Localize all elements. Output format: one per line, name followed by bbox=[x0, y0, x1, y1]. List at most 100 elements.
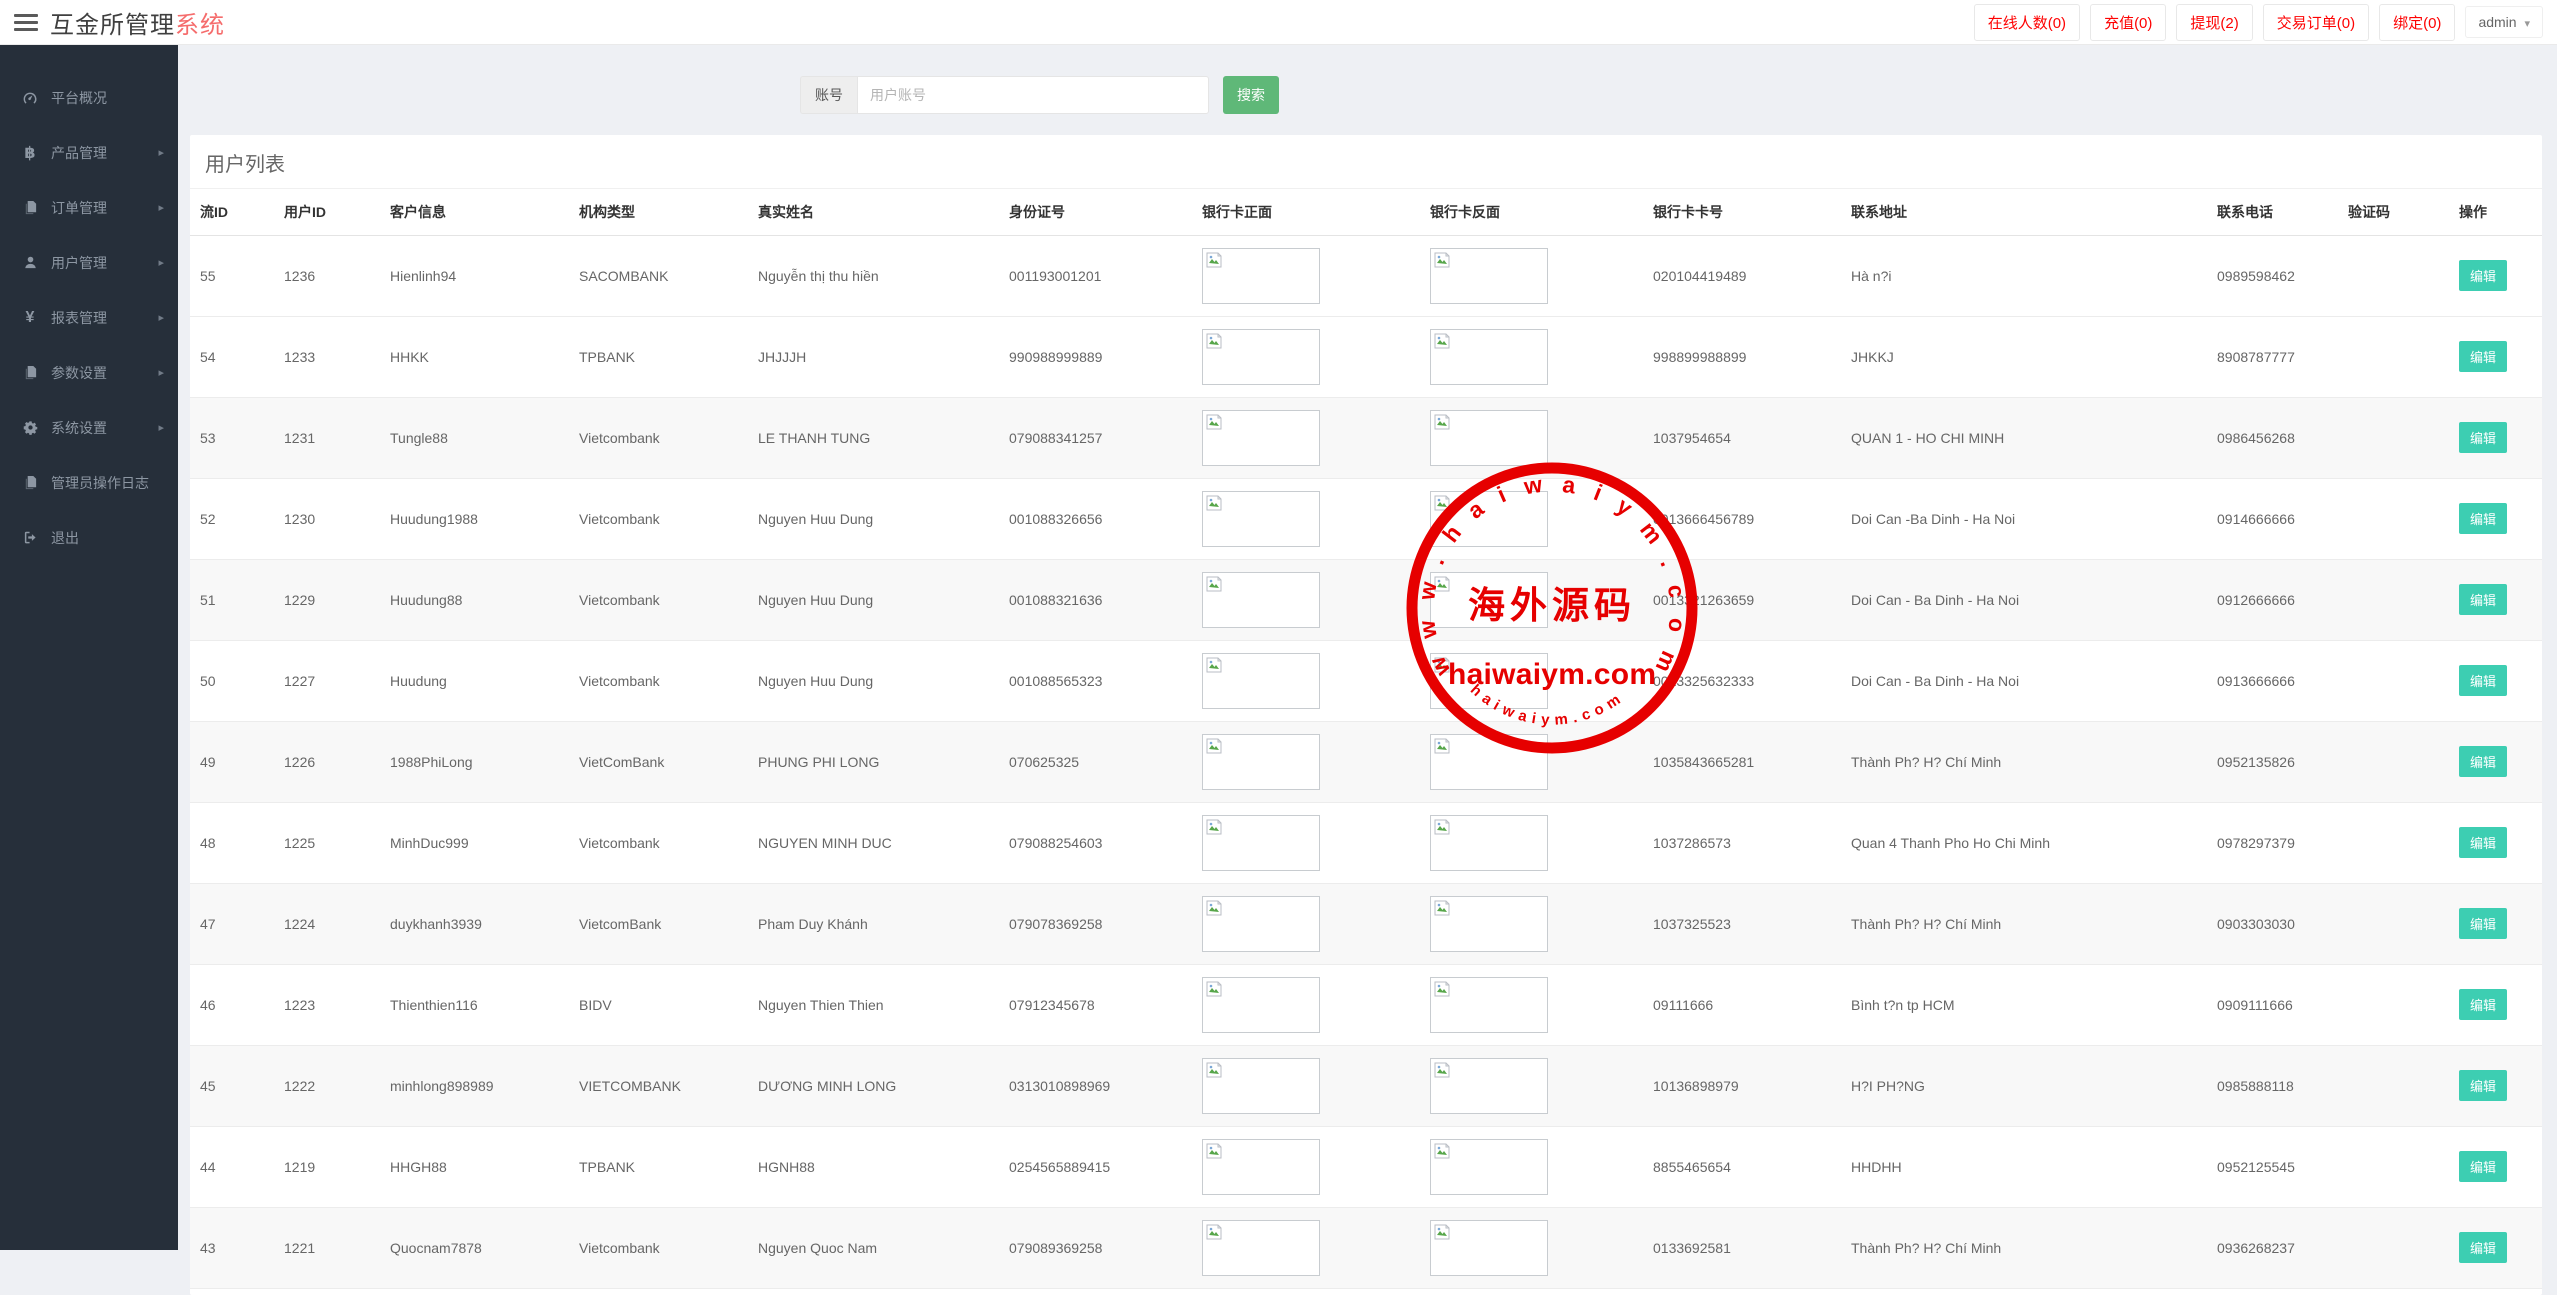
logout-icon bbox=[18, 530, 42, 545]
sidebar-item-0[interactable]: 平台概况 bbox=[0, 70, 178, 125]
search-button[interactable]: 搜索 bbox=[1223, 76, 1279, 114]
sidebar-item-label: 订单管理 bbox=[51, 198, 107, 218]
edit-button[interactable]: 编辑 bbox=[2459, 260, 2507, 291]
bank-card-front-image bbox=[1202, 1220, 1320, 1276]
cell-flow-id: 47 bbox=[190, 883, 274, 964]
table-row: 53 1231 Tungle88 Vietcombank LE THANH TU… bbox=[190, 397, 2542, 478]
cell-real-name: NGUYEN MINH DUC bbox=[748, 802, 999, 883]
sidebar-item-1[interactable]: ฿产品管理▸ bbox=[0, 125, 178, 180]
cell-verify-code bbox=[2338, 397, 2449, 478]
table-row: 44 1219 HHGH88 TPBANK HGNH88 02545658894… bbox=[190, 1126, 2542, 1207]
cell-user-id: 1226 bbox=[274, 721, 380, 802]
bank-card-front-image bbox=[1202, 1058, 1320, 1114]
cell-customer-info: MinhDuc999 bbox=[380, 802, 569, 883]
edit-button[interactable]: 编辑 bbox=[2459, 341, 2507, 372]
cell-flow-id: 54 bbox=[190, 316, 274, 397]
top-link-4[interactable]: 绑定(0) bbox=[2379, 4, 2455, 41]
broken-image-icon bbox=[1433, 818, 1451, 836]
sidebar-item-6[interactable]: 系统设置▸ bbox=[0, 400, 178, 455]
cell-address: QUAN 1 - HO CHI MINH bbox=[1841, 397, 2207, 478]
cell-id-number: 079089369258 bbox=[999, 1207, 1192, 1288]
user-icon bbox=[18, 255, 42, 270]
app-logo: 互金所管理系统 bbox=[50, 5, 225, 40]
edit-button[interactable]: 编辑 bbox=[2459, 503, 2507, 534]
bank-card-back-image bbox=[1430, 491, 1548, 547]
cell-user-id: 1225 bbox=[274, 802, 380, 883]
broken-image-icon bbox=[1205, 251, 1223, 269]
sidebar-item-label: 系统设置 bbox=[51, 418, 107, 438]
sidebar-item-3[interactable]: 用户管理▸ bbox=[0, 235, 178, 290]
admin-dropdown[interactable]: admin ▾ bbox=[2465, 6, 2543, 38]
cell-user-id: 1221 bbox=[274, 1207, 380, 1288]
cell-phone: 0914666666 bbox=[2207, 478, 2338, 559]
table-row: 54 1233 HHKK TPBANK JHJJJH 990988999889 bbox=[190, 316, 2542, 397]
top-link-3[interactable]: 交易订单(0) bbox=[2263, 4, 2369, 41]
hamburger-menu-icon[interactable] bbox=[14, 14, 38, 31]
cell-id-number: 001088321636 bbox=[999, 559, 1192, 640]
broken-image-icon bbox=[1205, 413, 1223, 431]
sidebar-item-2[interactable]: 订单管理 ▸ bbox=[0, 180, 178, 235]
sidebar-item-4[interactable]: ¥报表管理▸ bbox=[0, 290, 178, 345]
cell-user-id: 1222 bbox=[274, 1045, 380, 1126]
chevron-right-icon: ▸ bbox=[158, 201, 164, 214]
logo-primary-text: 互金所管理 bbox=[50, 12, 175, 39]
top-right-links: 在线人数(0) 充值(0) 提现(2) 交易订单(0) 绑定(0) admin ▾ bbox=[1974, 4, 2543, 41]
cell-id-number: 001088565323 bbox=[999, 640, 1192, 721]
cell-bank-type: VietcomBank bbox=[569, 883, 748, 964]
cell-user-id: 1236 bbox=[274, 235, 380, 316]
cell-verify-code bbox=[2338, 478, 2449, 559]
cell-real-name: Nguyen Huu Dung bbox=[748, 478, 999, 559]
table-row: 49 1226 1988PhiLong VietComBank PHUNG PH… bbox=[190, 721, 2542, 802]
cell-id-number: 079088341257 bbox=[999, 397, 1192, 478]
cell-verify-code bbox=[2338, 559, 2449, 640]
sidebar-item-label: 平台概况 bbox=[51, 88, 107, 108]
sidebar-item-5[interactable]: 参数设置▸ bbox=[0, 345, 178, 400]
cell-address: H?I PH?NG bbox=[1841, 1045, 2207, 1126]
top-link-0[interactable]: 在线人数(0) bbox=[1974, 4, 2080, 41]
bank-card-front-image bbox=[1202, 815, 1320, 871]
edit-button[interactable]: 编辑 bbox=[2459, 1151, 2507, 1182]
broken-image-icon bbox=[1205, 1223, 1223, 1241]
edit-button[interactable]: 编辑 bbox=[2459, 665, 2507, 696]
cell-verify-code bbox=[2338, 1045, 2449, 1126]
cell-flow-id: 45 bbox=[190, 1045, 274, 1126]
cell-card-number: 0013321263659 bbox=[1643, 559, 1841, 640]
chevron-right-icon: ▸ bbox=[158, 146, 164, 159]
sidebar-item-label: 报表管理 bbox=[51, 308, 107, 328]
top-link-1[interactable]: 充值(0) bbox=[2090, 4, 2166, 41]
cell-bank-type: VietComBank bbox=[569, 721, 748, 802]
cell-flow-id: 43 bbox=[190, 1207, 274, 1288]
cell-card-number: 0013325632333 bbox=[1643, 640, 1841, 721]
cell-address: HHDHH bbox=[1841, 1126, 2207, 1207]
broken-image-icon bbox=[1205, 575, 1223, 593]
cell-phone: 8908787777 bbox=[2207, 316, 2338, 397]
sidebar-item-7[interactable]: 管理员操作日志 bbox=[0, 455, 178, 510]
broken-image-icon bbox=[1205, 494, 1223, 512]
edit-button[interactable]: 编辑 bbox=[2459, 827, 2507, 858]
edit-button[interactable]: 编辑 bbox=[2459, 422, 2507, 453]
bank-card-front-image bbox=[1202, 653, 1320, 709]
sidebar-item-8[interactable]: 退出 bbox=[0, 510, 178, 565]
cell-user-id: 1223 bbox=[274, 964, 380, 1045]
log-files-icon bbox=[18, 475, 42, 490]
cell-bank-type: TPBANK bbox=[569, 316, 748, 397]
table-row: 46 1223 Thienthien116 BIDV Nguyen Thien … bbox=[190, 964, 2542, 1045]
panel-title: 用户列表 bbox=[190, 135, 2542, 189]
edit-button[interactable]: 编辑 bbox=[2459, 989, 2507, 1020]
edit-button[interactable]: 编辑 bbox=[2459, 1070, 2507, 1101]
cell-card-number: 998899988899 bbox=[1643, 316, 1841, 397]
edit-button[interactable]: 编辑 bbox=[2459, 908, 2507, 939]
search-input[interactable] bbox=[857, 76, 1209, 114]
cell-id-number: 990988999889 bbox=[999, 316, 1192, 397]
table-row: 48 1225 MinhDuc999 Vietcombank NGUYEN MI… bbox=[190, 802, 2542, 883]
edit-button[interactable]: 编辑 bbox=[2459, 746, 2507, 777]
table-row: 50 1227 Huudung Vietcombank Nguyen Huu D… bbox=[190, 640, 2542, 721]
column-header: 联系电话 bbox=[2207, 189, 2338, 235]
edit-button[interactable]: 编辑 bbox=[2459, 584, 2507, 615]
cell-id-number: 079078369258 bbox=[999, 883, 1192, 964]
cell-customer-info: Quocnam7878 bbox=[380, 1207, 569, 1288]
top-link-2[interactable]: 提现(2) bbox=[2176, 4, 2252, 41]
edit-button[interactable]: 编辑 bbox=[2459, 1232, 2507, 1263]
cell-verify-code bbox=[2338, 802, 2449, 883]
cell-customer-info: Huudung1988 bbox=[380, 478, 569, 559]
